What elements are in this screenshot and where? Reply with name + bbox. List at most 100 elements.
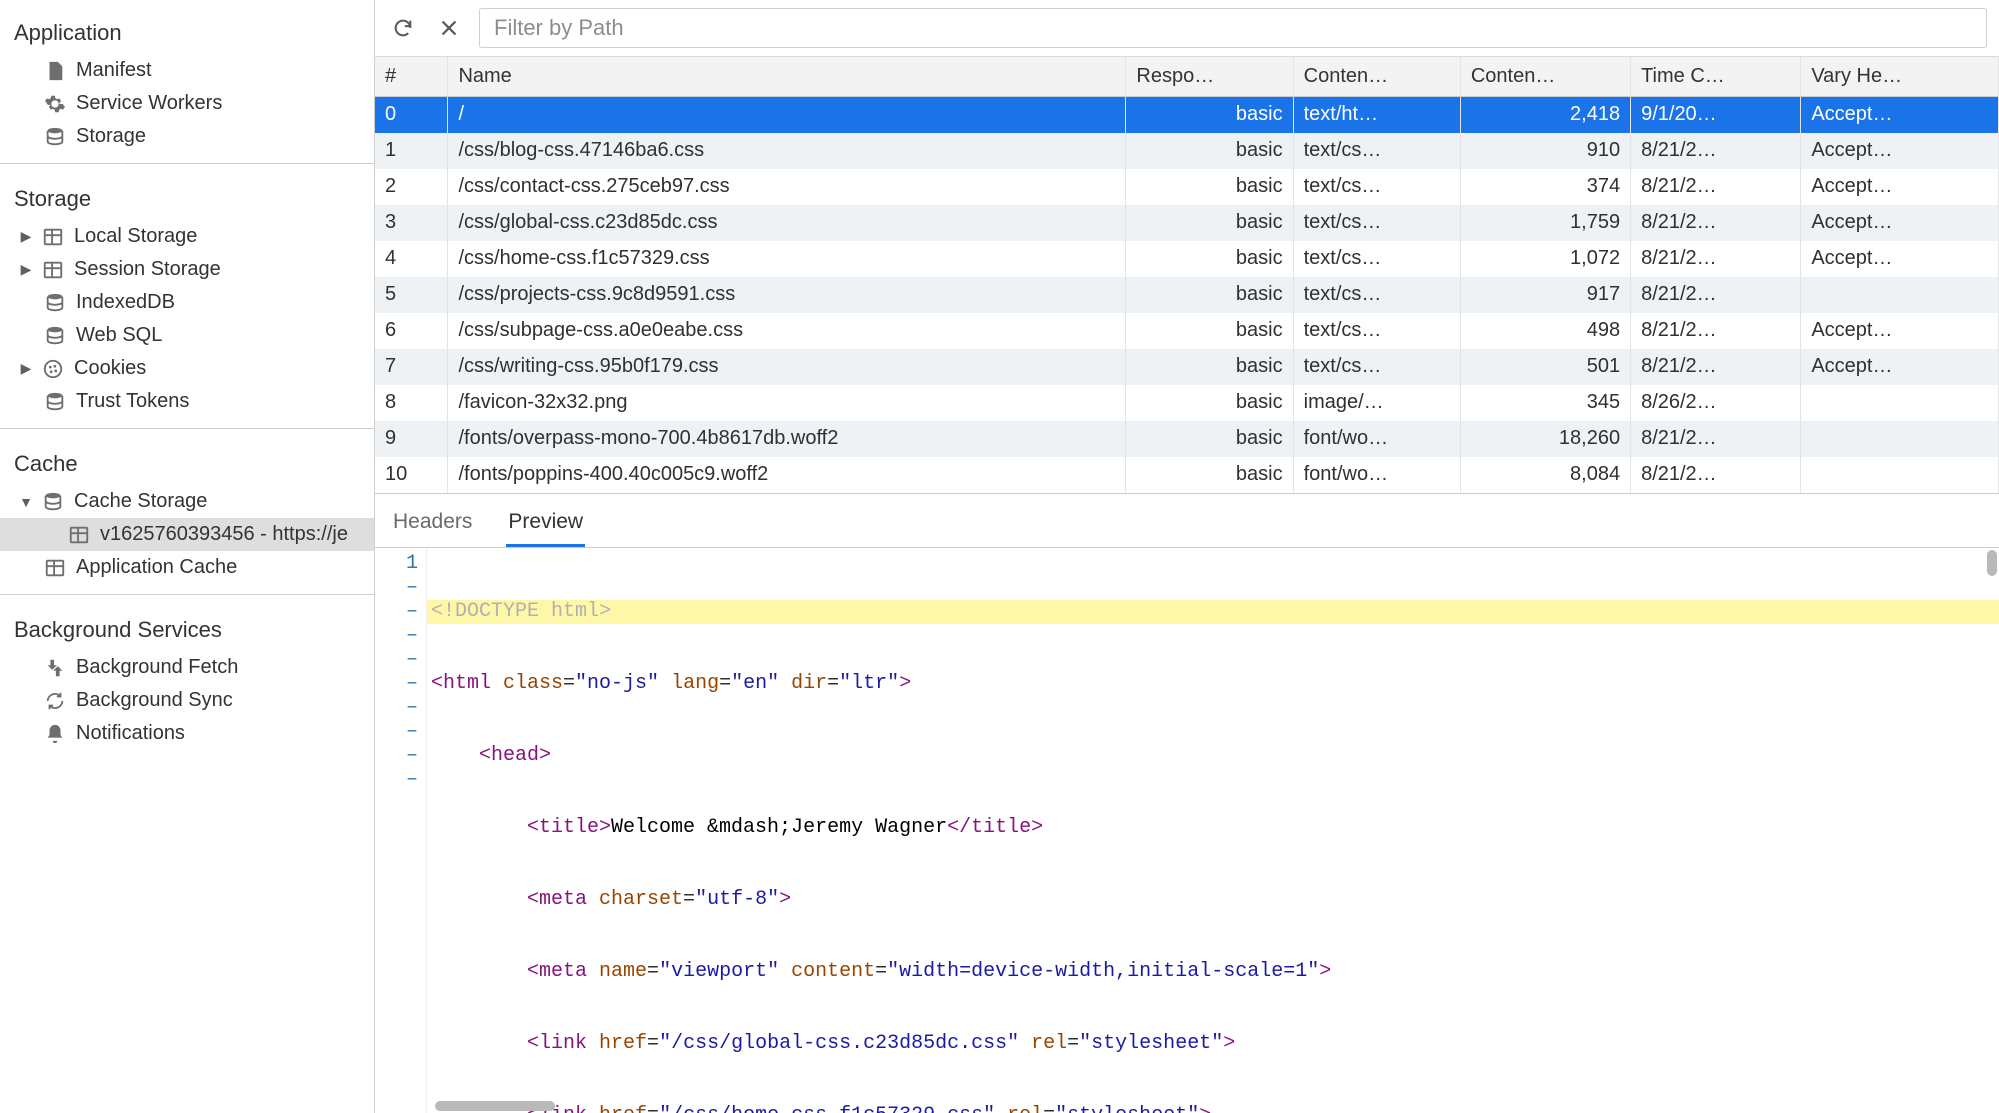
- gutter-line[interactable]: –: [379, 672, 418, 696]
- cell-vary: [1801, 457, 1999, 493]
- sidebar-item-label: Application Cache: [76, 556, 237, 579]
- table-row[interactable]: 10/fonts/poppins-400.40c005c9.woff2basic…: [375, 457, 1999, 493]
- cell-vary: [1801, 421, 1999, 457]
- database-icon: [42, 491, 64, 513]
- filter-input[interactable]: [479, 8, 1987, 48]
- cell-vary: Accept…: [1801, 169, 1999, 205]
- tab-preview[interactable]: Preview: [506, 502, 585, 547]
- sidebar-item-cache-entry[interactable]: v1625760393456 - https://je: [0, 518, 374, 551]
- tab-headers[interactable]: Headers: [391, 502, 474, 547]
- gutter-line[interactable]: –: [379, 768, 418, 792]
- sidebar-item-label: Manifest: [76, 59, 152, 82]
- cell-tcache: 8/21/2…: [1631, 313, 1801, 349]
- sidebar-item-background-fetch[interactable]: Background Fetch: [0, 651, 374, 684]
- gutter-line[interactable]: 1: [379, 552, 418, 576]
- col-content-len[interactable]: Conten…: [1460, 57, 1630, 97]
- cell-ctype: text/ht…: [1293, 97, 1460, 133]
- sidebar-item-label: Background Sync: [76, 689, 233, 712]
- table-row[interactable]: 8/favicon-32x32.pngbasicimage/…3458/26/2…: [375, 385, 1999, 421]
- gutter-line[interactable]: –: [379, 624, 418, 648]
- cell-idx: 7: [375, 349, 448, 385]
- horizontal-scrollbar[interactable]: [435, 1101, 555, 1111]
- table-icon: [68, 524, 90, 546]
- gutter-line[interactable]: –: [379, 648, 418, 672]
- table-row[interactable]: 6/css/subpage-css.a0e0eabe.cssbasictext/…: [375, 313, 1999, 349]
- chevron-right-icon: ▶: [20, 360, 32, 377]
- cell-clen: 501: [1460, 349, 1630, 385]
- cookie-icon: [42, 358, 64, 380]
- section-storage: Storage: [0, 174, 374, 220]
- cell-resp: basic: [1126, 457, 1293, 493]
- cell-tcache: 8/21/2…: [1631, 421, 1801, 457]
- cell-name: /: [448, 97, 1126, 133]
- cell-tcache: 8/21/2…: [1631, 277, 1801, 313]
- sidebar-item-label: Storage: [76, 125, 146, 148]
- cell-clen: 910: [1460, 133, 1630, 169]
- chevron-down-icon: ▼: [20, 494, 32, 510]
- gutter-line[interactable]: –: [379, 744, 418, 768]
- table-row[interactable]: 7/css/writing-css.95b0f179.cssbasictext/…: [375, 349, 1999, 385]
- gutter-line[interactable]: –: [379, 696, 418, 720]
- cache-table: # Name Respo… Conten… Conten… Time C… Va…: [375, 57, 1999, 494]
- cell-ctype: text/cs…: [1293, 169, 1460, 205]
- table-row[interactable]: 0/basictext/ht…2,4189/1/20…Accept…: [375, 97, 1999, 133]
- file-icon: [44, 60, 66, 82]
- col-index[interactable]: #: [375, 57, 448, 97]
- sidebar-item-cookies[interactable]: ▶ Cookies: [0, 352, 374, 385]
- sidebar-item-label: Service Workers: [76, 92, 222, 115]
- sidebar-item-manifest[interactable]: Manifest: [0, 54, 374, 87]
- gutter-line[interactable]: –: [379, 600, 418, 624]
- clear-button[interactable]: [433, 12, 465, 44]
- bell-icon: [44, 723, 66, 745]
- table-row[interactable]: 9/fonts/overpass-mono-700.4b8617db.woff2…: [375, 421, 1999, 457]
- cell-ctype: text/cs…: [1293, 133, 1460, 169]
- cell-name: /css/global-css.c23d85dc.css: [448, 205, 1126, 241]
- sidebar-item-websql[interactable]: Web SQL: [0, 319, 374, 352]
- table-row[interactable]: 4/css/home-css.f1c57329.cssbasictext/cs……: [375, 241, 1999, 277]
- sidebar-item-notifications[interactable]: Notifications: [0, 717, 374, 750]
- col-time-cached[interactable]: Time C…: [1631, 57, 1801, 97]
- cell-vary: Accept…: [1801, 349, 1999, 385]
- sidebar-item-background-sync[interactable]: Background Sync: [0, 684, 374, 717]
- col-name[interactable]: Name: [448, 57, 1126, 97]
- cell-name: /css/blog-css.47146ba6.css: [448, 133, 1126, 169]
- sidebar-item-session-storage[interactable]: ▶ Session Storage: [0, 253, 374, 286]
- sidebar-item-local-storage[interactable]: ▶ Local Storage: [0, 220, 374, 253]
- cell-tcache: 9/1/20…: [1631, 97, 1801, 133]
- gutter-line[interactable]: –: [379, 576, 418, 600]
- database-icon: [44, 391, 66, 413]
- cell-idx: 10: [375, 457, 448, 493]
- fetch-icon: [44, 657, 66, 679]
- cell-resp: basic: [1126, 205, 1293, 241]
- code-lines: <!DOCTYPE html> <html class="no-js" lang…: [427, 548, 1999, 1113]
- table-row[interactable]: 3/css/global-css.c23d85dc.cssbasictext/c…: [375, 205, 1999, 241]
- sidebar-item-cache-storage[interactable]: ▼ Cache Storage: [0, 485, 374, 518]
- preview-tabs: Headers Preview: [375, 494, 1999, 548]
- sidebar-item-indexeddb[interactable]: IndexedDB: [0, 286, 374, 319]
- sidebar-item-label: IndexedDB: [76, 291, 175, 314]
- sidebar-item-service-workers[interactable]: Service Workers: [0, 87, 374, 120]
- table-row[interactable]: 2/css/contact-css.275ceb97.cssbasictext/…: [375, 169, 1999, 205]
- sidebar-item-trust-tokens[interactable]: Trust Tokens: [0, 385, 374, 418]
- cell-tcache: 8/21/2…: [1631, 241, 1801, 277]
- col-response[interactable]: Respo…: [1126, 57, 1293, 97]
- database-icon: [44, 292, 66, 314]
- cell-idx: 1: [375, 133, 448, 169]
- cell-vary: Accept…: [1801, 313, 1999, 349]
- sidebar-item-application-cache[interactable]: Application Cache: [0, 551, 374, 584]
- code-preview: 1––––––––– <!DOCTYPE html> <html class="…: [375, 548, 1999, 1113]
- section-cache: Cache: [0, 439, 374, 485]
- cell-tcache: 8/21/2…: [1631, 133, 1801, 169]
- database-icon: [44, 325, 66, 347]
- gutter-line[interactable]: –: [379, 720, 418, 744]
- col-content-type[interactable]: Conten…: [1293, 57, 1460, 97]
- col-vary-header[interactable]: Vary He…: [1801, 57, 1999, 97]
- sidebar-item-storage[interactable]: Storage: [0, 120, 374, 153]
- vertical-scrollbar[interactable]: [1987, 550, 1997, 576]
- table-row[interactable]: 5/css/projects-css.9c8d9591.cssbasictext…: [375, 277, 1999, 313]
- cell-ctype: image/…: [1293, 385, 1460, 421]
- sidebar-item-label: Cache Storage: [74, 490, 207, 513]
- cell-name: /favicon-32x32.png: [448, 385, 1126, 421]
- refresh-button[interactable]: [387, 12, 419, 44]
- table-row[interactable]: 1/css/blog-css.47146ba6.cssbasictext/cs……: [375, 133, 1999, 169]
